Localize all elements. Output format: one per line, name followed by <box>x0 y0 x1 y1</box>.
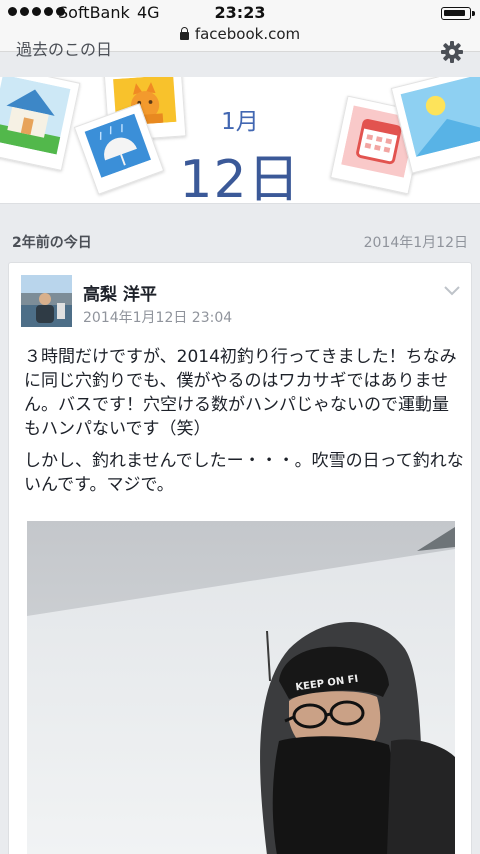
memory-post: 高梨 洋平 2014年1月12日 23:04 ３時間だけですが、2014初釣り行… <box>8 262 472 854</box>
url-domain: facebook.com <box>194 25 301 43</box>
facebook-on-this-day-page: SoftBank 4G 23:23 facebook.com 過去のこの日 1月… <box>0 0 480 854</box>
page-title: 過去のこの日 <box>16 40 113 59</box>
house-card-icon <box>0 77 81 171</box>
battery-icon <box>441 7 475 20</box>
post-author[interactable]: 高梨 洋平 <box>83 280 157 305</box>
post-paragraph: ３時間だけですが、2014初釣り行ってきました！ちなみに同じ穴釣りでも、僕がやる… <box>24 347 457 439</box>
years-ago-label: 2年前の今日 <box>12 235 92 251</box>
post-paragraph: しかし、釣れませんでしたー・・・。吹雪の日って釣れないんです。マジで。 <box>24 451 464 495</box>
memory-date: 2014年1月12日 <box>363 235 468 251</box>
post-photo[interactable]: KEEP ON FI <box>27 521 455 854</box>
lock-icon <box>179 27 189 40</box>
status-time: 23:23 <box>214 3 266 22</box>
chevron-down-icon[interactable] <box>443 285 461 297</box>
avatar[interactable] <box>21 275 72 327</box>
post-text: ３時間だけですが、2014初釣り行ってきました！ちなみに同じ穴釣りでも、僕がやる… <box>24 345 464 505</box>
battery-level <box>444 10 465 16</box>
post-timestamp[interactable]: 2014年1月12日 23:04 <box>83 307 232 327</box>
header-month: 1月 <box>221 109 259 135</box>
header-day: 12日 <box>179 150 301 210</box>
gear-icon[interactable] <box>440 40 464 64</box>
